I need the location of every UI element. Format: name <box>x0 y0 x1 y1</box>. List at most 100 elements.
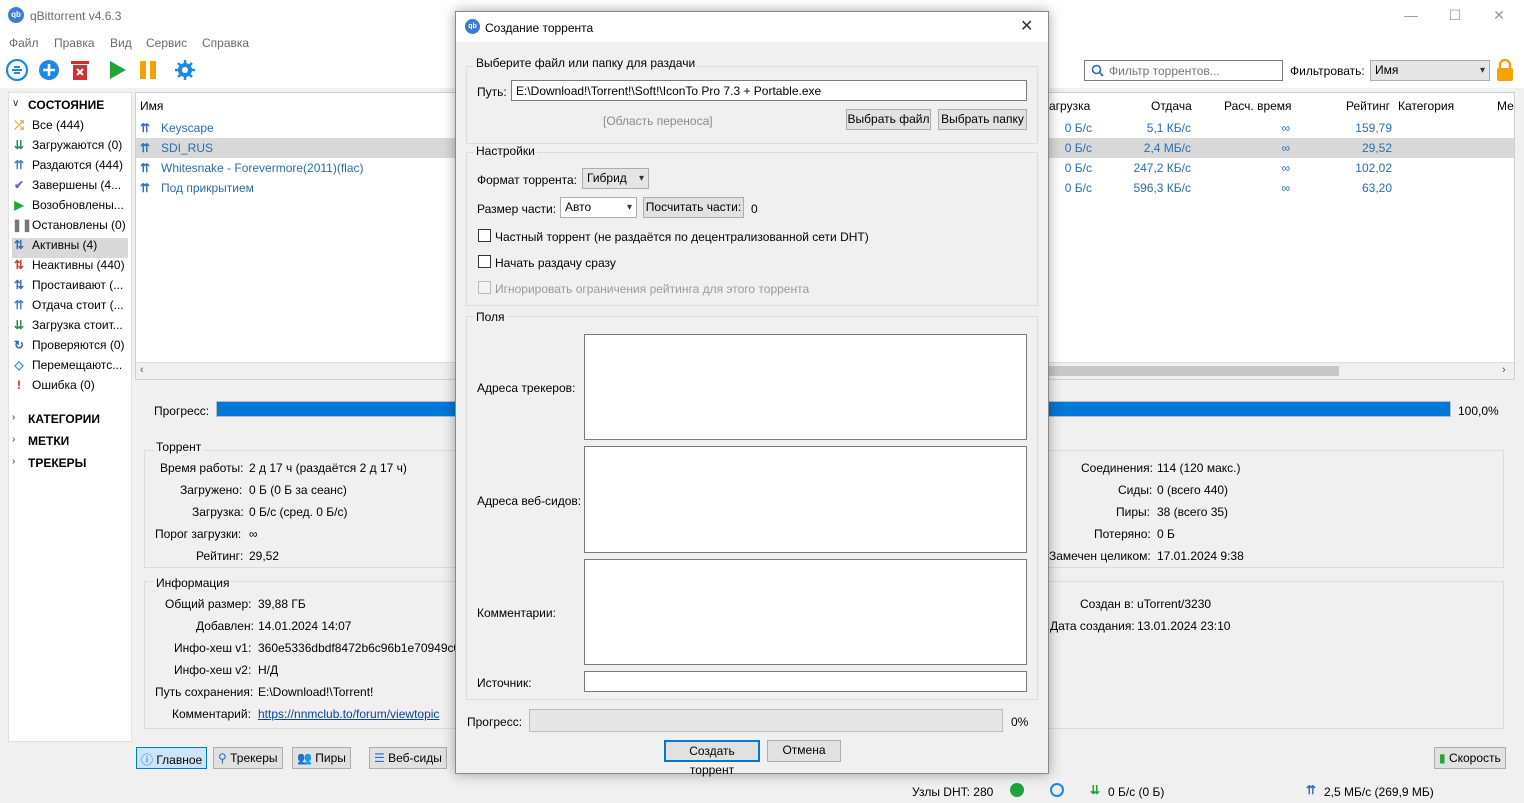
column-ratio[interactable]: Рейтинг <box>1346 99 1390 113</box>
window-title: qBittorrent v4.6.3 <box>30 9 122 23</box>
maximize-button[interactable]: ☐ <box>1432 0 1478 32</box>
webseeds-textarea[interactable] <box>584 446 1027 553</box>
sidebar-categories-header[interactable]: КАТЕГОРИИ <box>28 412 100 426</box>
private-label: Частный торрент (не раздаётся по децентр… <box>495 230 869 244</box>
link-add-icon[interactable] <box>6 59 28 81</box>
search-box[interactable] <box>1084 60 1283 81</box>
server-icon: ☰ <box>374 751 385 765</box>
search-input[interactable] <box>1109 61 1279 80</box>
start-seeding-checkbox[interactable] <box>478 255 491 268</box>
seed-status-icon: ⇈ <box>140 181 151 195</box>
status-upload[interactable]: 2,5 МБ/с (269,9 МБ) <box>1324 785 1434 799</box>
sidebar-item-6[interactable]: ⇅ Активны (4) <box>12 238 128 258</box>
column-category[interactable]: Категория <box>1398 99 1454 113</box>
format-select[interactable]: Гибрид ▾ <box>582 168 649 189</box>
sidebar-item-9[interactable]: ⇈ Отдача стоит (... <box>12 298 128 318</box>
settings-icon[interactable] <box>174 59 196 81</box>
column-more[interactable]: Ме <box>1497 99 1514 113</box>
drop-area[interactable]: [Область переноса] <box>603 114 713 128</box>
sidebar-status-header[interactable]: СОСТОЯНИЕ <box>28 98 104 112</box>
sidebar-item-11[interactable]: ↻ Проверяются (0) <box>12 338 128 358</box>
sidebar-item-5[interactable]: ❚❚Остановлены (0) <box>12 218 128 238</box>
dialog-close-icon[interactable]: ✕ <box>1020 16 1033 36</box>
stalled-up-icon: ⇈ <box>13 298 25 312</box>
hash1-value: 360e5336dbdf8472b6c96b1e70949c02a <box>258 641 455 655</box>
menu-edit[interactable]: Правка <box>54 36 95 50</box>
sidebar-item-2[interactable]: ⇈ Раздаются (444) <box>12 158 128 178</box>
trackers-textarea[interactable] <box>584 334 1027 440</box>
select-group-title: Выберите файл или папку для раздачи <box>474 56 698 70</box>
seeds-label: Сиды: <box>1118 483 1153 497</box>
tab-webseeds[interactable]: ☰ Веб-сиды <box>369 747 447 769</box>
scrollbar-thumb[interactable] <box>1049 366 1339 376</box>
column-eta[interactable]: Расч. время <box>1224 99 1292 113</box>
source-input[interactable] <box>584 671 1027 692</box>
dlspeed-value: 0 Б/с (сред. 0 Б/с) <box>249 505 348 519</box>
users-icon: 👥 <box>297 751 312 765</box>
path-input[interactable] <box>511 80 1027 101</box>
tab-peers[interactable]: 👥 Пиры <box>292 747 351 769</box>
pieces-count: 0 <box>751 202 758 216</box>
sidebar-item-12[interactable]: ◇ Перемещаютс... <box>12 358 128 378</box>
select-file-button[interactable]: Выбрать файл <box>846 109 931 130</box>
tab-speed[interactable]: ▮ Скорость <box>1434 747 1506 769</box>
close-button[interactable]: ✕ <box>1476 0 1522 32</box>
sidebar-item-4[interactable]: ▶ Возобновлены... <box>12 198 128 218</box>
menu-tools[interactable]: Сервис <box>146 36 187 50</box>
menu-help[interactable]: Справка <box>202 36 249 50</box>
chevron-down-icon[interactable]: ∨ <box>12 98 19 109</box>
status-download[interactable]: 0 Б/с (0 Б) <box>1108 785 1164 799</box>
scroll-left-icon[interactable]: ‹ <box>140 364 144 376</box>
minimize-button[interactable]: — <box>1388 0 1434 32</box>
cancel-button[interactable]: Отмена <box>767 740 841 762</box>
sidebar-item-8[interactable]: ⇅ Простаивают (... <box>12 278 128 298</box>
peers-label: Пиры: <box>1116 505 1150 519</box>
create-torrent-button[interactable]: Создать торрент <box>664 740 760 777</box>
eta: ∞ <box>1281 141 1290 155</box>
eta: ∞ <box>1281 161 1290 175</box>
dialog-title: Создание торрента <box>485 21 594 35</box>
sidebar-tags-header[interactable]: МЕТКИ <box>28 434 69 448</box>
sidebar-item-label: Завершены (4... <box>32 178 122 192</box>
comment-link[interactable]: https://nnmclub.to/forum/viewtopic <box>258 707 455 721</box>
pause-icon[interactable] <box>137 59 159 81</box>
tab-trackers[interactable]: ⚲ Трекеры <box>213 747 283 769</box>
column-download[interactable]: агрузка <box>1049 99 1090 113</box>
scroll-right-icon[interactable]: › <box>1502 364 1506 376</box>
piece-size-select[interactable]: Авто ▾ <box>560 197 637 218</box>
tab-general[interactable]: ⓘ Главное <box>136 747 208 769</box>
sidebar-trackers-header[interactable]: ТРЕКЕРЫ <box>28 456 86 470</box>
dlspeed-label: Загрузка: <box>192 505 244 519</box>
chevron-right-icon[interactable]: › <box>12 412 15 423</box>
ignore-ratio-checkbox[interactable] <box>478 281 491 294</box>
private-checkbox[interactable] <box>478 229 491 242</box>
delete-icon[interactable] <box>69 59 91 81</box>
chevron-right-icon[interactable]: › <box>12 456 15 467</box>
select-folder-button[interactable]: Выбрать папку <box>938 109 1027 130</box>
dht-nodes: Узлы DHT: 280 <box>912 785 994 799</box>
column-name[interactable]: Имя <box>140 99 163 113</box>
column-upload[interactable]: Отдача <box>1151 99 1192 113</box>
menu-view[interactable]: Вид <box>110 36 132 50</box>
sidebar-item-0[interactable]: ⤮ Все (444) <box>12 118 128 138</box>
connection-status-icon[interactable] <box>1010 783 1024 797</box>
sidebar-item-10[interactable]: ⇊ Загрузка стоит... <box>12 318 128 338</box>
sidebar-item-3[interactable]: ✔ Завершены (4... <box>12 178 128 198</box>
chevron-right-icon[interactable]: › <box>12 434 15 445</box>
calc-pieces-button[interactable]: Посчитать части: <box>643 197 744 218</box>
sidebar-item-7[interactable]: ⇅ Неактивны (440) <box>12 258 128 278</box>
add-torrent-icon[interactable] <box>38 59 60 81</box>
eta: ∞ <box>1281 121 1290 135</box>
dllimit-label: Порог загрузки: <box>155 527 242 541</box>
lock-icon[interactable] <box>1495 58 1515 82</box>
speed-limit-icon[interactable] <box>1050 783 1064 797</box>
filter-select[interactable]: Имя ▾ <box>1370 60 1490 81</box>
sidebar-item-13[interactable]: ! Ошибка (0) <box>12 378 128 398</box>
comment-label: Комментарий: <box>172 707 251 721</box>
download-speed: 0 Б/с <box>1064 161 1092 175</box>
menu-file[interactable]: Файл <box>9 36 39 50</box>
sidebar-item-1[interactable]: ⇊ Загружаются (0) <box>12 138 128 158</box>
resume-icon[interactable] <box>106 59 128 81</box>
comments-textarea[interactable] <box>584 559 1027 665</box>
download-speed: 0 Б/с <box>1064 141 1092 155</box>
